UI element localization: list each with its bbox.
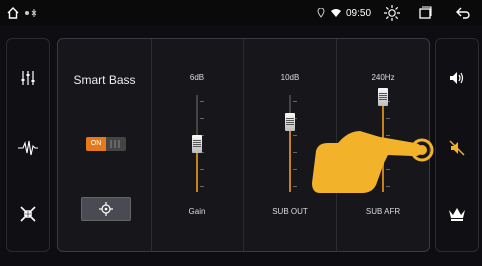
balance-arrows-icon[interactable] bbox=[7, 199, 49, 229]
column-divider bbox=[151, 39, 152, 251]
sub-out-slider-tick bbox=[293, 101, 297, 102]
sub-afr-value: 240Hz bbox=[371, 73, 395, 82]
toggle-grip-icon bbox=[110, 140, 120, 148]
sub-afr-slider-tick bbox=[386, 118, 390, 119]
column-divider bbox=[243, 39, 244, 251]
gain-slider-tick bbox=[200, 101, 204, 102]
sub-afr-slider-knob[interactable] bbox=[378, 87, 388, 106]
recent-apps-icon[interactable] bbox=[418, 0, 432, 26]
toggle-on-label: ON bbox=[86, 137, 106, 151]
sub-out-slider-track-active bbox=[289, 122, 291, 192]
back-icon[interactable] bbox=[455, 0, 471, 26]
crown-icon[interactable] bbox=[436, 199, 478, 229]
gain-slider-knob[interactable] bbox=[192, 134, 202, 153]
bass-boost-icon[interactable] bbox=[436, 133, 478, 163]
crosshair-icon bbox=[99, 202, 113, 216]
gain-value: 6dB bbox=[189, 73, 205, 82]
status-bar: 09:50 bbox=[0, 0, 482, 26]
smart-bass-toggle[interactable]: ON bbox=[86, 137, 126, 151]
gain-slider-tick bbox=[200, 169, 204, 170]
gain-slider-tick bbox=[200, 186, 204, 187]
target-button[interactable] bbox=[81, 197, 131, 221]
pointing-hand-icon bbox=[312, 131, 434, 193]
sub-out-value: 10dB bbox=[280, 73, 300, 82]
gain-label: Gain bbox=[188, 207, 206, 216]
speaker-icon[interactable] bbox=[436, 63, 478, 93]
sub-out-slider-tick bbox=[293, 169, 297, 170]
waveform-icon[interactable] bbox=[7, 133, 49, 163]
smart-bass-panel: Smart Bass ON 6dB Gain 10dB SUB OUT 240H… bbox=[57, 38, 434, 252]
right-sidebar bbox=[435, 38, 479, 252]
sub-out-slider-tick bbox=[293, 135, 297, 136]
brightness-icon[interactable] bbox=[383, 0, 401, 26]
location-icon bbox=[317, 0, 325, 26]
left-sidebar bbox=[6, 38, 50, 252]
notification-icons bbox=[24, 0, 42, 26]
home-icon[interactable] bbox=[6, 0, 20, 26]
sub-out-slider-knob[interactable] bbox=[285, 113, 295, 132]
panel-title: Smart Bass bbox=[73, 73, 136, 87]
sub-out-label: SUB OUT bbox=[272, 207, 308, 216]
equalizer-icon[interactable] bbox=[7, 63, 49, 93]
sub-out-slider-tick bbox=[293, 186, 297, 187]
clock: 09:50 bbox=[346, 7, 372, 19]
wifi-icon bbox=[330, 0, 342, 26]
gain-slider-tick bbox=[200, 118, 204, 119]
sub-afr-label: SUB AFR bbox=[365, 207, 401, 216]
sub-out-slider-tick bbox=[293, 152, 297, 153]
